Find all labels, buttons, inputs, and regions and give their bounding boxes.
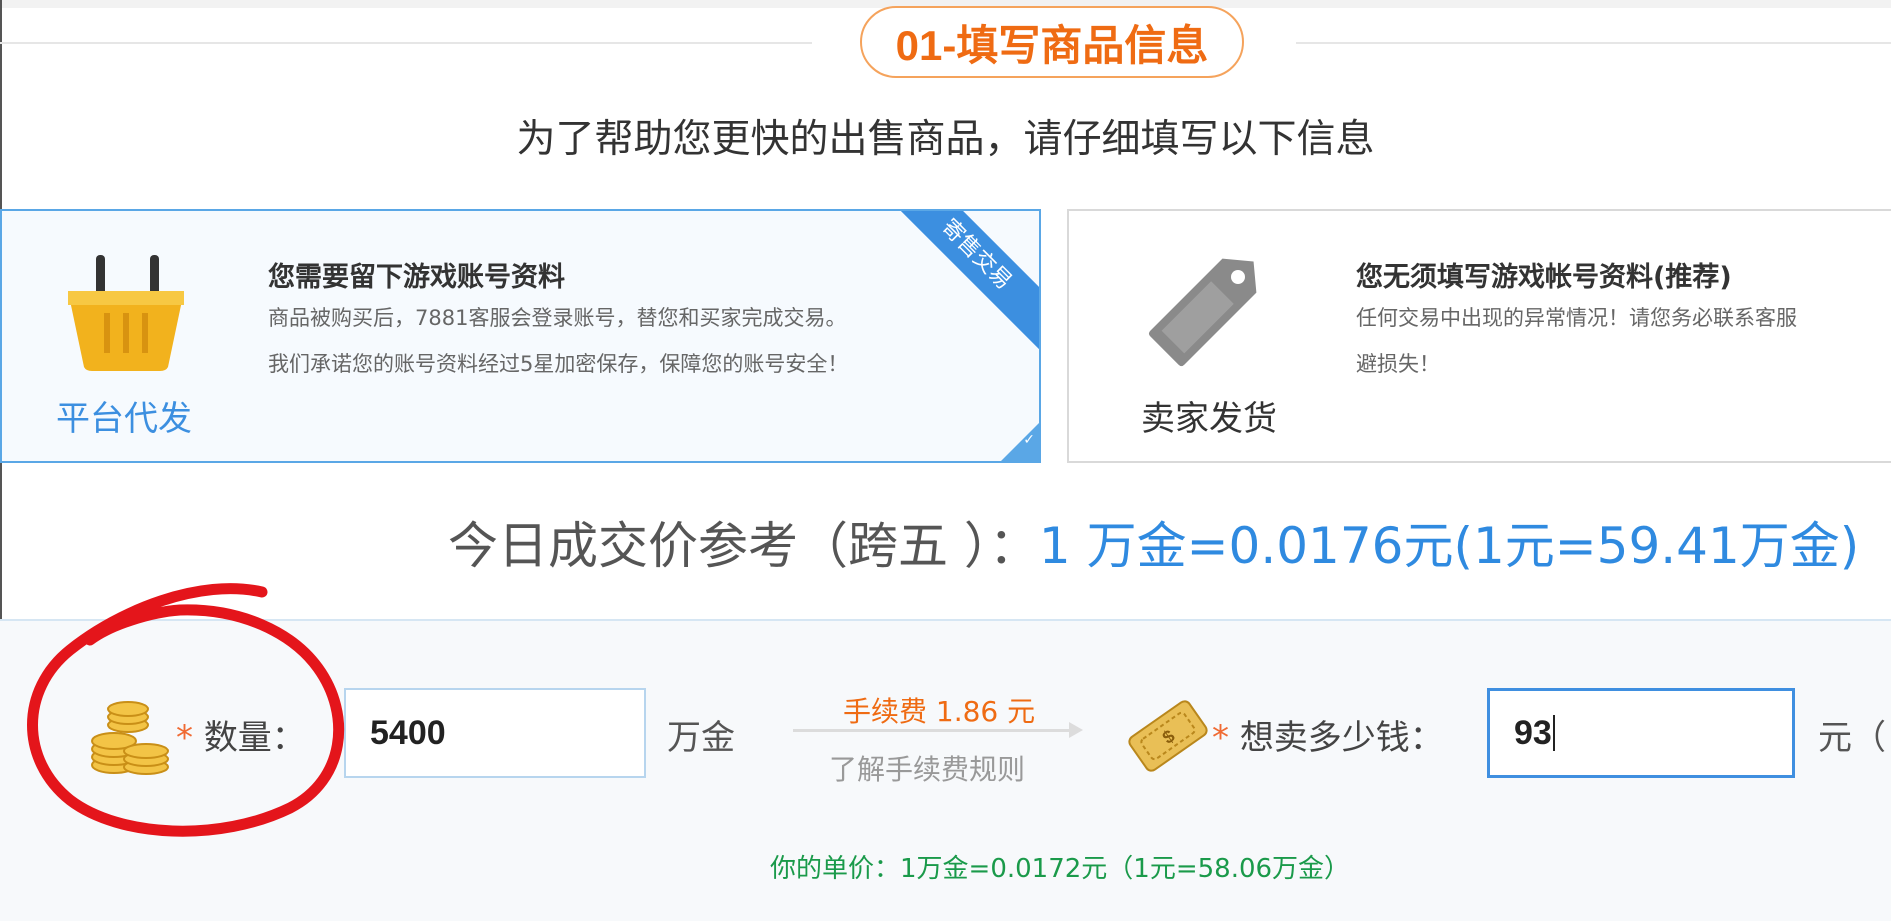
price-label: * 想卖多少钱： — [1212, 710, 1444, 759]
option-desc-platform-1: 商品被购买后，7881客服会登录账号，替您和买家完成交易。 — [268, 306, 847, 330]
required-mark: * — [176, 718, 193, 758]
header-divider-right — [1296, 42, 1891, 44]
page-subtitle: 为了帮助您更快的出售商品，请仔细填写以下信息 — [516, 117, 1375, 162]
price-label-text: 想卖多少钱： — [1239, 718, 1444, 758]
required-mark: * — [1212, 718, 1229, 758]
price-value: 93 — [1514, 713, 1552, 752]
quantity-unit: 万金 — [667, 718, 735, 758]
price-unit: 元（ — [1818, 718, 1886, 758]
quantity-input[interactable]: 5400 — [344, 688, 646, 778]
fee-rule-link[interactable]: 了解手续费规则 — [829, 748, 1025, 788]
quantity-label: * 数量： — [176, 710, 306, 759]
option-label-seller: 卖家发货 — [1141, 399, 1277, 439]
option-desc-seller-2: 避损失！ — [1356, 352, 1440, 376]
option-desc-seller-1: 任何交易中出现的异常情况！请您务必联系客服 — [1356, 306, 1797, 330]
selected-check-icon: ✓ — [1001, 423, 1039, 461]
price-reference: 今日成交价参考（跨五 ）：1 万金=0.0176元(1元=59.41万金) — [448, 506, 1859, 578]
option-label-platform: 平台代发 — [56, 399, 192, 439]
price-reference-value: 1 万金=0.0176元(1元=59.41万金) — [1038, 517, 1860, 575]
option-card-platform[interactable]: 平台代发 您需要留下游戏账号资料 商品被购买后，7881客服会登录账号，替您和买… — [0, 209, 1041, 463]
consignment-ribbon: 寄售交易 — [879, 211, 1039, 352]
gold-coins-icon — [91, 701, 169, 775]
text-caret — [1552, 715, 1555, 751]
price-reference-label: 今日成交价参考（跨五 ）： — [448, 517, 1039, 575]
option-desc-platform-2: 我们承诺您的账号资料经过5星加密保存，保障您的账号安全！ — [268, 352, 849, 376]
option-title-platform: 您需要留下游戏账号资料 — [268, 262, 565, 293]
unit-price-text: 你的单价：1万金=0.0172元（1元=58.06万金） — [770, 854, 1351, 884]
step-title: 01-填写商品信息 — [860, 6, 1244, 78]
fee-text: 手续费 1.86 元 — [843, 695, 1036, 728]
header-divider-left — [0, 42, 812, 44]
basket-icon — [68, 255, 184, 371]
fee-arrow — [793, 722, 1083, 738]
quantity-label-text: 数量： — [203, 718, 306, 758]
ticket-icon: $ — [1128, 700, 1208, 772]
option-card-seller[interactable]: 卖家发货 您无须填写游戏帐号资料(推荐) 任何交易中出现的异常情况！请您务必联系… — [1067, 209, 1891, 463]
price-tag-icon — [1148, 258, 1257, 367]
option-title-seller: 您无须填写游戏帐号资料(推荐) — [1356, 262, 1732, 293]
quantity-value: 5400 — [370, 713, 446, 752]
price-input[interactable]: 93 — [1487, 688, 1795, 778]
